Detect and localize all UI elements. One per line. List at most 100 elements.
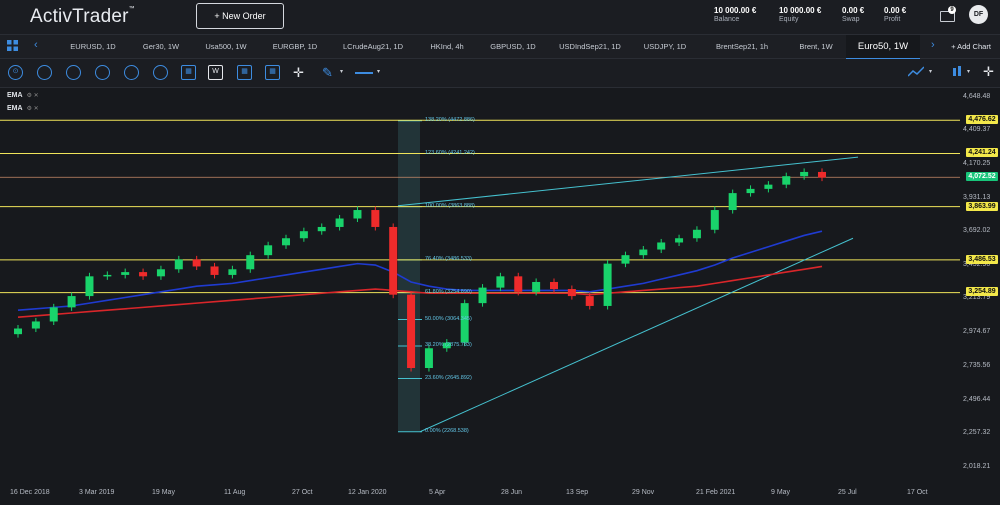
fib-label: 123.60% (4241.242) xyxy=(425,150,475,156)
candle-body xyxy=(746,188,755,194)
target-icon[interactable] xyxy=(124,65,139,80)
fib-label: 61.80% (3254.890) xyxy=(425,289,472,295)
price-badge: 4,241.24 xyxy=(966,148,998,157)
user-avatar[interactable]: DF xyxy=(969,5,988,24)
balance-metric: 10 000.00 € Balance xyxy=(714,6,756,23)
tab-gbpusd[interactable]: GBPUSD, 1D xyxy=(478,35,548,58)
candle-body xyxy=(675,238,684,243)
tab-euro50[interactable]: Euro50, 1W xyxy=(846,35,920,60)
candle-body xyxy=(14,328,22,335)
candle-body xyxy=(210,266,219,275)
calendar-list-icon[interactable]: ▦ xyxy=(265,65,280,80)
candle-body xyxy=(728,193,737,211)
x-tick: 21 Feb 2021 xyxy=(696,489,736,496)
chevron-down-icon[interactable]: ▾ xyxy=(340,69,343,75)
grid-icon[interactable] xyxy=(7,40,18,54)
line-style-icon[interactable] xyxy=(355,72,373,74)
chevron-down-icon[interactable]: ▾ xyxy=(929,69,932,75)
equity-metric: 10 000.00 € Equity xyxy=(779,6,821,23)
fib-label: 100.00% (3863.888) xyxy=(425,203,475,209)
swap-label: Swap xyxy=(842,16,860,23)
top-bar: ActivTrader™ + New Order 10 000.00 € Bal… xyxy=(0,0,1000,35)
swap-metric: 0.00 € Swap xyxy=(842,6,864,23)
y-tick: 2,257.32 xyxy=(963,429,991,436)
tab-lcrude[interactable]: LCrudeAug21, 1D xyxy=(330,35,416,58)
tab-brentsep[interactable]: BrentSep21, 1h xyxy=(698,35,786,58)
candle-body xyxy=(657,242,666,250)
price-badge: 3,863.99 xyxy=(966,202,998,211)
x-tick: 5 Apr xyxy=(429,489,446,496)
candle-body xyxy=(603,263,612,306)
profit-value: 0.00 € xyxy=(884,6,907,15)
balance-label: Balance xyxy=(714,16,740,23)
tab-usdind[interactable]: USDIndSep21, 1D xyxy=(548,35,632,58)
calendar-icon[interactable]: ▦ xyxy=(181,65,196,80)
price-chart[interactable] xyxy=(0,88,960,488)
chevron-right-icon[interactable]: › xyxy=(931,40,935,51)
x-tick: 12 Jan 2020 xyxy=(348,489,387,496)
candle-body xyxy=(800,171,809,177)
candle-body xyxy=(782,176,791,185)
tab-usdjpy[interactable]: USDJPY, 1D xyxy=(632,35,698,58)
crosshair-cursor-icon[interactable]: ✛ xyxy=(983,65,994,78)
candle-body xyxy=(532,281,541,292)
candle-body xyxy=(156,269,165,277)
chart-type-icon[interactable] xyxy=(907,66,925,81)
candle-body xyxy=(246,255,255,270)
fib-label: 23.60% (2645.892) xyxy=(425,375,472,381)
tab-eurgbp[interactable]: EURGBP, 1D xyxy=(260,35,330,58)
tab-usa500[interactable]: Usa500, 1W xyxy=(192,35,260,58)
x-tick: 9 May xyxy=(771,489,791,496)
candle-body xyxy=(282,238,290,246)
trend-line-lower xyxy=(419,237,854,433)
profit-metric: 0.00 € Profit xyxy=(884,6,906,23)
candle-body xyxy=(299,231,308,239)
fib-label: 138.20% (4472.886) xyxy=(425,117,475,123)
week-icon[interactable]: W xyxy=(208,65,223,80)
add-chart-button[interactable]: + Add Chart xyxy=(944,35,998,58)
fib-label: 38.20% (2875.783) xyxy=(425,342,472,348)
app-logo: ActivTrader™ xyxy=(30,6,135,27)
y-tick: 4,170.25 xyxy=(963,160,991,167)
candle-body xyxy=(550,281,558,290)
profit-label: Profit xyxy=(884,16,901,23)
candles-icon[interactable] xyxy=(952,66,962,81)
new-order-button[interactable]: + New Order xyxy=(196,3,284,29)
candle-body xyxy=(496,276,505,288)
calendar-plus-icon[interactable]: ▦ xyxy=(237,65,252,80)
crosshair-icon[interactable]: ⊙ xyxy=(8,65,23,80)
price-badge: 3,486.53 xyxy=(966,255,998,264)
candle-body xyxy=(353,210,362,219)
y-tick: 3,692.02 xyxy=(963,227,991,234)
candle-body xyxy=(317,226,326,232)
candle-body xyxy=(460,303,469,343)
candle-body xyxy=(192,259,201,267)
clock-icon[interactable] xyxy=(37,65,52,80)
fib-label: 76.40% (3486.533) xyxy=(425,256,472,262)
equity-value: 10 000.00 € xyxy=(779,6,822,15)
move-icon[interactable]: ✛ xyxy=(293,66,304,79)
pie-icon[interactable] xyxy=(66,65,81,80)
candle-body xyxy=(49,307,58,322)
tab-hkind[interactable]: HKInd, 4h xyxy=(416,35,478,58)
pen-icon[interactable]: ✎ xyxy=(322,66,333,79)
y-tick: 4,648.48 xyxy=(963,93,991,100)
candle-body xyxy=(585,296,594,306)
chevron-down-icon[interactable]: ▾ xyxy=(377,69,380,75)
y-tick: 2,018.21 xyxy=(963,463,991,470)
chevron-left-icon[interactable]: ‹ xyxy=(34,40,38,51)
tab-ger30[interactable]: Ger30, 1W xyxy=(130,35,192,58)
x-tick: 3 Mar 2019 xyxy=(79,489,115,496)
x-tick: 29 Nov xyxy=(632,489,655,496)
fib-label: 50.00% (3064.345) xyxy=(425,316,472,322)
candle-body xyxy=(371,210,380,227)
candle-body xyxy=(567,289,576,297)
half-circle-icon[interactable] xyxy=(95,65,110,80)
candle-body xyxy=(67,296,76,308)
chevron-down-icon[interactable]: ▾ xyxy=(967,69,970,75)
layers-icon[interactable] xyxy=(153,65,168,80)
tab-eurusd[interactable]: EURUSD, 1D xyxy=(56,35,130,58)
price-badge: 4,476.62 xyxy=(966,115,998,124)
candle-body xyxy=(174,259,183,270)
tab-brent[interactable]: Brent, 1W xyxy=(786,35,846,58)
